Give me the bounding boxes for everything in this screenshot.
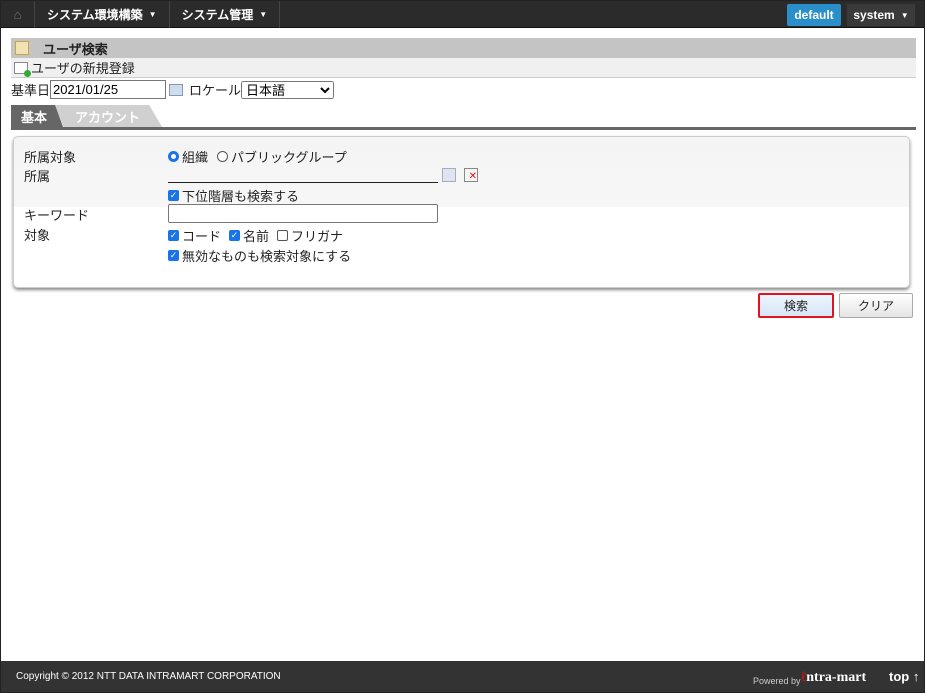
add-window-icon xyxy=(14,61,31,77)
base-date-label: 基準日 xyxy=(11,83,51,98)
logo-mark: ℓ xyxy=(801,670,807,685)
affiliation-label: 所属 xyxy=(24,169,51,184)
affiliation-input[interactable] xyxy=(168,167,438,183)
menu-label: システム管理 xyxy=(181,7,254,22)
menu-system-admin[interactable]: システム管理 ▼ xyxy=(170,0,281,28)
include-invalid-row: ✓ 無効なものも検索対象にする xyxy=(168,246,351,265)
home-icon[interactable]: ⌂ xyxy=(1,0,35,28)
user-label: system xyxy=(853,8,895,22)
top-nav: ⌂ システム環境構築 ▼ システム管理 ▼ default system ▼ xyxy=(1,0,924,28)
include-sub-row: ✓ 下位階層も検索する xyxy=(168,186,299,205)
target-radio-group: 組織 パブリックグループ xyxy=(168,147,347,166)
page-title-bar: ユーザ検索 xyxy=(11,38,916,58)
radio-org-label: 組織 xyxy=(182,150,209,165)
new-user-label: ユーザの新規登録 xyxy=(31,61,135,76)
include-invalid-label: 無効なものも検索対象にする xyxy=(182,249,352,264)
footer: Copyright © 2012 NTT DATA INTRAMART CORP… xyxy=(1,661,924,692)
powered-by: Powered by xyxy=(753,676,801,686)
locale-select[interactable]: 日本語 xyxy=(241,80,335,99)
scope-kana-label: フリガナ xyxy=(291,229,344,244)
locale-label: ロケール xyxy=(189,83,242,98)
scope-name-label: 名前 xyxy=(243,229,270,244)
menu-label: システム環境構築 xyxy=(47,7,143,22)
scope-row: ✓ コード ✓ 名前 フリガナ xyxy=(168,226,343,245)
clear-button[interactable]: クリア xyxy=(839,293,913,318)
keyword-input[interactable] xyxy=(168,204,438,223)
calendar-icon[interactable] xyxy=(169,83,184,96)
tab-basic[interactable]: 基本 xyxy=(11,105,64,127)
scope-label: 対象 xyxy=(24,228,51,243)
include-invalid-checkbox[interactable]: ✓ xyxy=(168,250,179,261)
search-icon[interactable] xyxy=(442,168,456,182)
new-user-link[interactable]: ユーザの新規登録 xyxy=(11,58,916,78)
scope-kana-checkbox[interactable] xyxy=(277,230,289,241)
top-link[interactable]: top ↑ xyxy=(889,669,919,684)
base-date-input[interactable] xyxy=(50,80,167,99)
radio-public-group[interactable] xyxy=(217,151,229,162)
date-row: 基準日 ロケール 日本語 xyxy=(11,80,335,99)
search-form-panel: 所属対象 組織 パブリックグループ 所属 ✕ ✓ 下位階層も検索する キーワード … xyxy=(13,136,910,288)
radio-organization[interactable] xyxy=(168,151,179,162)
target-label: 所属対象 xyxy=(24,150,77,165)
clear-icon[interactable]: ✕ xyxy=(464,168,478,182)
caret-down-icon: ▼ xyxy=(148,9,157,19)
menu-system-setup[interactable]: システム環境構築 ▼ xyxy=(35,0,170,28)
caret-down-icon: ▼ xyxy=(900,10,909,20)
tab-divider xyxy=(11,127,916,130)
radio-public-label: パブリックグループ xyxy=(231,150,347,165)
caret-down-icon: ▼ xyxy=(259,9,268,19)
scope-name-checkbox[interactable]: ✓ xyxy=(229,230,241,241)
scope-code-label: コード xyxy=(182,229,222,244)
page-title: ユーザ検索 xyxy=(43,41,108,57)
book-icon xyxy=(15,41,29,55)
include-sub-checkbox[interactable]: ✓ xyxy=(168,190,179,201)
tabs: 基本 アカウント xyxy=(11,105,163,127)
tab-account[interactable]: アカウント xyxy=(55,105,163,127)
scope-code-checkbox[interactable]: ✓ xyxy=(168,230,179,241)
user-menu-button[interactable]: system ▼ xyxy=(847,4,915,26)
intra-mart-logo: ℓntra-mart xyxy=(801,670,867,685)
search-button[interactable]: 検索 xyxy=(758,293,834,318)
default-button[interactable]: default xyxy=(787,4,841,26)
include-sub-label: 下位階層も検索する xyxy=(182,189,300,204)
copyright: Copyright © 2012 NTT DATA INTRAMART CORP… xyxy=(16,671,281,682)
keyword-label: キーワード xyxy=(24,208,90,223)
